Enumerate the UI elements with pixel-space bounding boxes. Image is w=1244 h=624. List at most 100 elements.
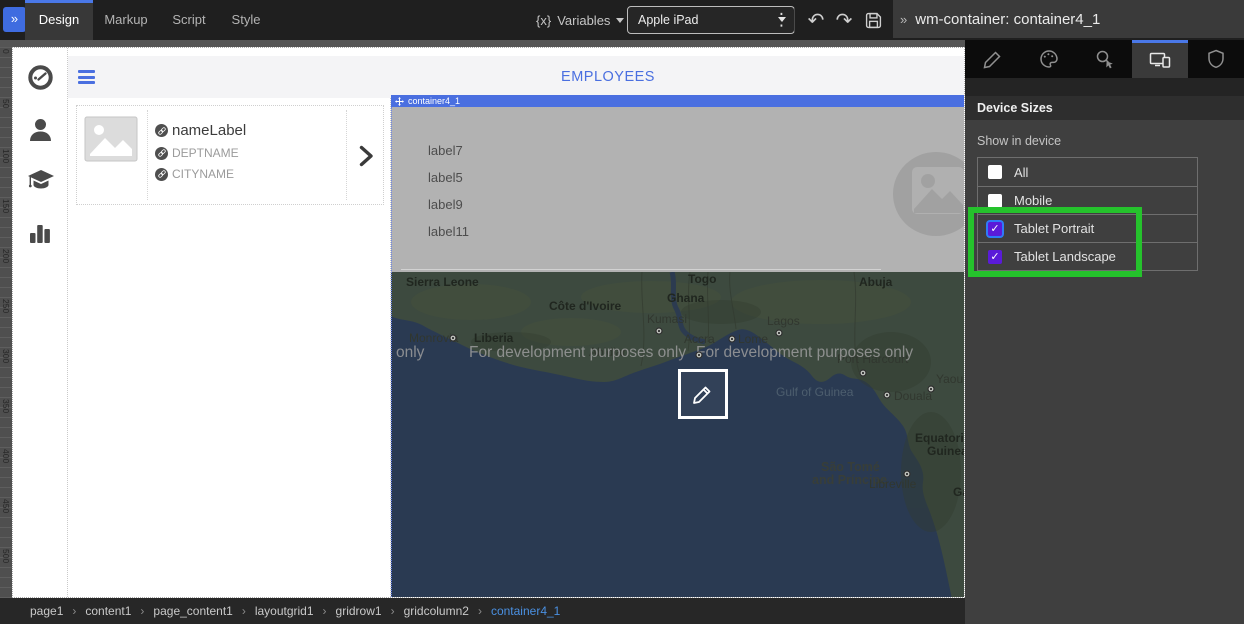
map-label: Abuja [859,275,893,289]
selected-container[interactable]: container4_1 label7label5label9label11 [391,95,965,598]
design-workspace: 050100150200250300350400450500 [0,40,965,598]
checkbox-mobile[interactable] [988,194,1002,208]
map-marker-icon [776,330,782,336]
device-option-label: Tablet Portrait [1014,221,1094,236]
device-option-label: Mobile [1014,193,1052,208]
variables-label: Variables [557,13,610,28]
map-label: Libreville [869,477,917,491]
app-header: EMPLOYEES [68,56,965,98]
container-labels: label7label5label9label11 [391,107,965,245]
undo-icon[interactable]: ↶ [803,7,829,33]
card-divider [147,110,148,200]
map-label: Kumasi [647,312,687,326]
breadcrumb-separator: › [242,604,246,618]
inspector-panel: Device Sizes Show in device All Mobile ✓ Ta… [965,40,1244,624]
redo-icon[interactable]: ↷ [831,7,857,33]
tab-styles-palette-icon[interactable] [1021,40,1077,78]
ruler-tick: 350 [1,399,11,413]
bar-chart-icon[interactable] [27,219,53,250]
kebab-menu-icon[interactable]: ⋮ [773,8,789,32]
list-widget-column[interactable]: nameLabel DEPTNAME [68,98,391,598]
device-option-label: Tablet Landscape [1014,249,1116,264]
container-panel[interactable]: label7label5label9label11 [391,107,965,272]
list-field-name: nameLabel [172,122,246,139]
ruler-tick: 150 [1,199,11,213]
checkbox-tablet-landscape[interactable]: ✓ [988,250,1002,264]
map-svg: Sierra LeoneCôte d'IvoireGhanaTogoAbujaL… [391,272,965,598]
map-marker-icon [696,352,702,358]
ruler-tick: 50 [1,99,11,108]
move-icon [395,97,404,106]
map-label: Côte d'Ivoire [549,299,622,313]
picture-placeholder-icon [892,151,965,242]
ruler-tick: 400 [1,449,11,463]
tab-style[interactable]: Style [219,0,273,40]
ruler-tick: 200 [1,249,11,263]
checkbox-all[interactable] [988,165,1002,179]
map-label: São Tomé [821,460,880,474]
tab-script[interactable]: Script [159,0,219,40]
map-label: Yaou [936,372,963,386]
section-title: Device Sizes [965,96,1244,120]
panel-divider [401,269,881,270]
breadcrumb-item-container4_1[interactable]: container4_1 [491,604,560,618]
selection-tag[interactable]: container4_1 [391,95,965,107]
list-item-card[interactable]: nameLabel DEPTNAME [76,105,384,205]
hamburger-icon[interactable] [78,70,95,87]
panel-collapse-icon[interactable]: » [893,12,915,27]
breadcrumb-item-gridcolumn2[interactable]: gridcolumn2 [404,604,469,618]
breadcrumb-separator: › [140,604,144,618]
gauge-icon[interactable] [27,64,54,96]
sidebar-expand-icon[interactable]: » [3,7,26,32]
inspector-tabs [965,40,1244,78]
device-option-all[interactable]: All [978,158,1197,186]
chevron-right-icon[interactable] [359,145,374,172]
bind-link-icon [155,168,168,181]
tab-properties-pencil-icon[interactable] [965,40,1021,78]
app-sidebar [13,48,68,598]
device-option-label: All [1014,165,1028,180]
breadcrumb-item-page_content1[interactable]: page_content1 [153,604,232,618]
canvas-page[interactable]: EMPLOYEES [12,47,965,598]
variables-menu[interactable]: {x} Variables [536,0,624,40]
breadcrumb-item-gridrow1[interactable]: gridrow1 [336,604,382,618]
breadcrumb-item-layoutgrid1[interactable]: layoutgrid1 [255,604,314,618]
breadcrumb-item-page1[interactable]: page1 [30,604,63,618]
container-label: label9 [428,191,965,218]
ruler-tick: 500 [1,549,11,563]
save-icon[interactable] [860,7,886,33]
breadcrumb: page1 › content1 › page_content1 › layoutgrid1… [0,598,965,624]
container-label: label5 [428,164,965,191]
show-in-device-label: Show in device [977,134,1232,148]
container-label: label11 [428,218,965,245]
ruler-tick: 0 [1,49,11,54]
map-edit-button[interactable] [678,369,728,419]
map-label: Douala [894,389,932,403]
ruler-tick: 250 [1,299,11,313]
map-widget[interactable]: Sierra LeoneCôte d'IvoireGhanaTogoAbujaL… [391,272,965,598]
map-label: Sierra Leone [406,275,479,289]
device-preview-select-wrap: Apple iPad [627,6,795,34]
tab-device-sizes-devices-icon[interactable] [1132,40,1188,78]
device-option-tablet-landscape[interactable]: ✓ Tablet Landscape [978,242,1197,270]
device-option-mobile[interactable]: Mobile [978,186,1197,214]
map-label: Gulf of Guinea [776,385,854,399]
map-label: Ga [953,485,965,499]
tab-markup[interactable]: Markup [93,0,159,40]
toolbar-divider [794,8,795,32]
tab-security-shield-icon[interactable] [1188,40,1244,78]
pencil-icon [691,382,715,406]
tab-events-pointer-search-icon[interactable] [1077,40,1133,78]
ruler-tick: 450 [1,499,11,513]
tab-design[interactable]: Design [25,0,93,40]
map-label: Guinea [927,444,965,458]
person-icon[interactable] [27,116,54,148]
device-preview-select[interactable]: Apple iPad [627,6,795,34]
inspector-titlebar: » wm-container: container4_1 [893,0,1244,38]
graduation-cap-icon[interactable] [27,167,55,197]
breadcrumb-item-content1[interactable]: content1 [85,604,131,618]
checkbox-tablet-portrait[interactable]: ✓ [988,222,1002,236]
inspector-title: wm-container: container4_1 [915,11,1100,28]
device-option-tablet-portrait[interactable]: ✓ Tablet Portrait [978,214,1197,242]
breadcrumb-separator: › [478,604,482,618]
